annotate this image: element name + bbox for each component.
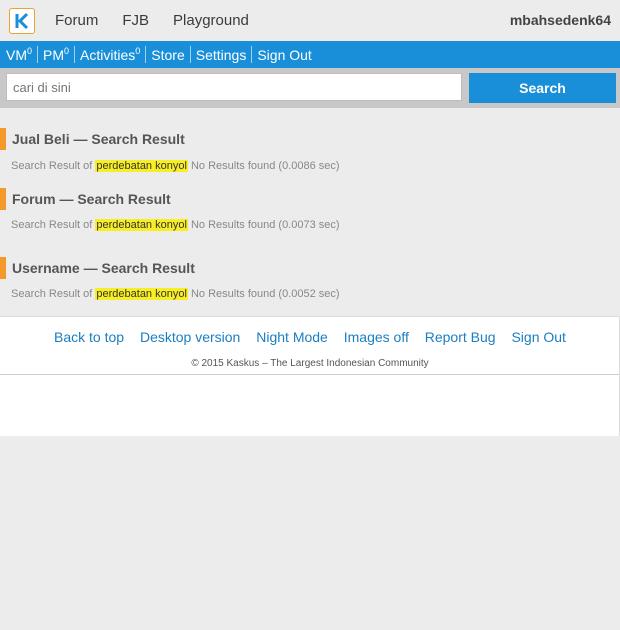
- settings-link[interactable]: Settings: [196, 47, 247, 63]
- result-title: Username — Search Result: [0, 257, 195, 279]
- query-highlight: perdebatan konyol: [95, 219, 188, 231]
- kaskus-logo-icon[interactable]: [9, 7, 35, 34]
- divider: [189, 46, 191, 63]
- activities-link[interactable]: Activities0: [80, 46, 140, 63]
- back-to-top-link[interactable]: Back to top: [54, 329, 124, 345]
- report-bug-link[interactable]: Report Bug: [425, 329, 496, 345]
- query-highlight: perdebatan konyol: [95, 288, 188, 300]
- night-mode-link[interactable]: Night Mode: [256, 329, 328, 345]
- pm-link[interactable]: PM0: [43, 46, 69, 63]
- result-status: No Results found (0.0073 sec): [190, 219, 340, 231]
- result-status: No Results found (0.0086 sec): [190, 160, 340, 172]
- result-prefix: Search Result of: [11, 160, 93, 172]
- search-button[interactable]: Search: [469, 73, 616, 103]
- query-highlight: perdebatan konyol: [95, 160, 188, 172]
- desktop-version-link[interactable]: Desktop version: [140, 329, 240, 345]
- top-header: Forum FJB Playground mbahsedenk64: [0, 0, 620, 41]
- copyright-text: © 2015 Kaskus – The Largest Indonesian C…: [191, 358, 429, 369]
- search-bar: Search: [0, 68, 620, 108]
- divider: [145, 46, 147, 63]
- signout-link[interactable]: Sign Out: [257, 47, 311, 63]
- vm-link[interactable]: VM0: [6, 46, 32, 63]
- vm-label: VM: [6, 47, 27, 63]
- username-link[interactable]: mbahsedenk64: [510, 12, 611, 28]
- main-nav: Forum FJB Playground: [55, 12, 273, 29]
- activities-count: 0: [135, 46, 141, 56]
- nav-playground[interactable]: Playground: [173, 12, 249, 29]
- divider: [37, 46, 39, 63]
- store-link[interactable]: Store: [151, 47, 184, 63]
- divider: [251, 46, 253, 63]
- footer: Back to top Desktop version Night Mode I…: [0, 316, 620, 436]
- activities-label: Activities: [80, 47, 136, 63]
- result-title: Jual Beli — Search Result: [0, 128, 185, 150]
- result-status: No Results found (0.0052 sec): [190, 288, 340, 300]
- result-title: Forum — Search Result: [0, 188, 171, 210]
- result-line: Search Result of perdebatan konyol No Re…: [11, 288, 340, 300]
- user-menu-bar: VM0 PM0 Activities0 Store Settings Sign …: [0, 41, 620, 68]
- footer-signout-link[interactable]: Sign Out: [511, 329, 565, 345]
- pm-label: PM: [43, 47, 65, 63]
- images-off-link[interactable]: Images off: [344, 329, 409, 345]
- result-line: Search Result of perdebatan konyol No Re…: [11, 219, 340, 231]
- nav-fjb[interactable]: FJB: [122, 12, 149, 29]
- divider: [74, 46, 76, 63]
- pm-count: 0: [64, 46, 70, 56]
- result-prefix: Search Result of: [11, 219, 93, 231]
- result-prefix: Search Result of: [11, 288, 93, 300]
- footer-divider: [0, 374, 620, 375]
- result-line: Search Result of perdebatan konyol No Re…: [11, 160, 340, 172]
- search-input[interactable]: [6, 73, 462, 101]
- vm-count: 0: [27, 46, 33, 56]
- footer-links: Back to top Desktop version Night Mode I…: [0, 329, 620, 345]
- nav-forum[interactable]: Forum: [55, 12, 98, 29]
